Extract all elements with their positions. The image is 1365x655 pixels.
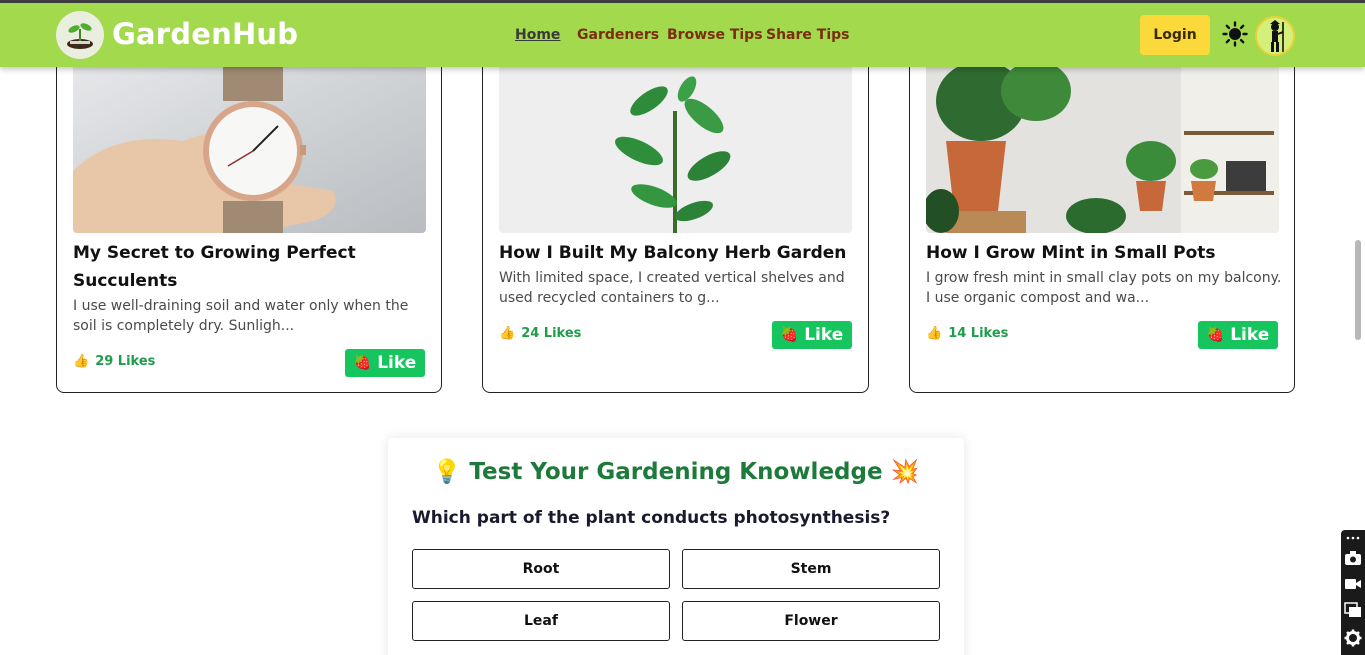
quiz-option-flower[interactable]: Flower — [682, 601, 940, 641]
likes-count: 👍 29 Likes — [73, 354, 155, 369]
quiz-question: Which part of the plant conducts photosy… — [412, 508, 891, 528]
likes-count: 👍 14 Likes — [926, 326, 1008, 341]
login-button[interactable]: Login — [1140, 15, 1210, 55]
quiz-option-root[interactable]: Root — [412, 549, 670, 589]
logo[interactable] — [56, 11, 104, 59]
lightbulb-icon: 💡 — [432, 459, 462, 485]
tip-card: My Secret to Growing Perfect Succulents … — [56, 30, 442, 393]
tip-title[interactable]: My Secret to Growing Perfect Succulents — [73, 239, 433, 295]
likes-label: 24 Likes — [521, 326, 582, 341]
like-button-label: Like — [377, 353, 417, 373]
tip-description: I use well-draining soil and water only … — [73, 298, 409, 334]
tip-card: How I Built My Balcony Herb Garden With … — [482, 30, 869, 393]
quiz-title-text: Test Your Gardening Knowledge — [469, 459, 883, 485]
thumbs-up-icon: 👍 — [499, 326, 516, 341]
camera-icon[interactable] — [1343, 548, 1363, 568]
likes-label: 29 Likes — [95, 354, 156, 369]
sprout-logo-icon — [67, 23, 93, 49]
tip-title[interactable]: How I Grow Mint in Small Pots — [926, 239, 1286, 267]
like-button-label: Like — [1230, 325, 1270, 345]
screens-icon[interactable] — [1343, 600, 1363, 620]
strawberry-icon: 🍓 — [780, 327, 799, 343]
tip-image-watch — [73, 61, 426, 233]
user-avatar[interactable] — [1255, 16, 1295, 56]
scrollbar-thumb[interactable] — [1355, 240, 1361, 340]
strawberry-icon: 🍓 — [1206, 327, 1225, 343]
quiz-option-leaf[interactable]: Leaf — [412, 601, 670, 641]
like-button[interactable]: 🍓 Like — [345, 349, 425, 377]
tip-description: I grow fresh mint in small clay pots on … — [926, 270, 1282, 306]
like-button[interactable]: 🍓 Like — [1198, 321, 1278, 349]
gear-icon[interactable] — [1343, 628, 1363, 648]
thumbs-up-icon: 👍 — [73, 354, 90, 369]
tip-title[interactable]: How I Built My Balcony Herb Garden — [499, 239, 859, 267]
sparkle-icon: 💥 — [890, 459, 920, 485]
sun-icon[interactable] — [1222, 21, 1248, 47]
quiz-section: 💡 Test Your Gardening Knowledge 💥 Which … — [388, 438, 964, 655]
likes-label: 14 Likes — [948, 326, 1009, 341]
tip-card: How I Grow Mint in Small Pots I grow fre… — [909, 30, 1295, 393]
strawberry-icon: 🍓 — [353, 355, 372, 371]
quiz-option-stem[interactable]: Stem — [682, 549, 940, 589]
navbar: GardenHub Home Gardeners Browse Tips Sha… — [0, 3, 1365, 67]
likes-count: 👍 24 Likes — [499, 326, 581, 341]
gardener-icon — [1270, 20, 1284, 52]
nav-gardeners[interactable]: Gardeners — [577, 27, 659, 43]
window-top-border — [0, 0, 1365, 3]
screen-capture-toolbar — [1341, 530, 1365, 655]
video-icon[interactable] — [1343, 574, 1363, 594]
more-icon[interactable] — [1343, 532, 1363, 544]
tip-description: With limited space, I created vertical s… — [499, 270, 845, 306]
nav-share-tips[interactable]: Share Tips — [766, 27, 849, 43]
brand-name[interactable]: GardenHub — [112, 17, 298, 51]
nav-home[interactable]: Home — [515, 27, 560, 43]
tip-image-pots — [926, 61, 1279, 233]
nav-browse-tips[interactable]: Browse Tips — [667, 27, 763, 43]
tip-image-plant — [499, 61, 852, 233]
quiz-title: 💡 Test Your Gardening Knowledge 💥 — [388, 458, 964, 485]
like-button-label: Like — [804, 325, 844, 345]
like-button[interactable]: 🍓 Like — [772, 321, 852, 349]
thumbs-up-icon: 👍 — [926, 326, 943, 341]
